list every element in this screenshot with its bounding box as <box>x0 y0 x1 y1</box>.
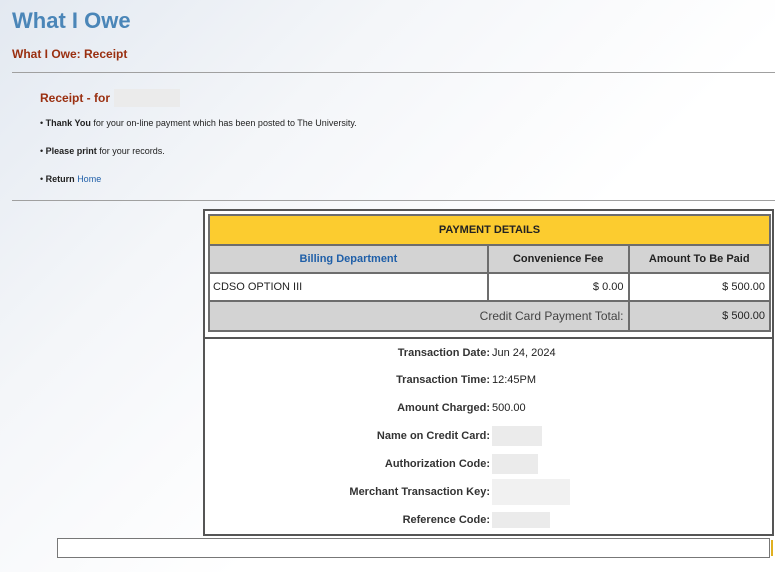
bullet-thank-you: • Thank You for your on-line payment whi… <box>40 118 357 128</box>
name-on-card-row: Name on Credit Card: <box>205 426 775 446</box>
divider <box>12 200 775 201</box>
total-label: Credit Card Payment Total: <box>208 300 630 332</box>
payment-details-title: PAYMENT DETAILS <box>208 214 771 246</box>
bullet-please-print: • Please print for your records. <box>40 146 165 156</box>
bullet-text: for your on-line payment which has been … <box>90 118 357 128</box>
divider <box>12 72 775 73</box>
payment-details-panel: PAYMENT DETAILS Billing Department Conve… <box>203 209 774 536</box>
home-link[interactable]: Home <box>77 174 101 184</box>
redacted-value <box>492 512 550 528</box>
bullet-marker: • <box>40 118 44 128</box>
transaction-date-value: Jun 24, 2024 <box>492 347 556 359</box>
name-on-card-value <box>490 426 542 446</box>
amount-charged-row: Amount Charged: 500.00 <box>205 398 775 418</box>
bullet-bold: Return <box>45 174 75 184</box>
transaction-time-label: Transaction Time: <box>396 374 490 386</box>
transaction-time-value: 12:45PM <box>492 374 537 386</box>
authorization-code-row: Authorization Code: <box>205 454 775 474</box>
total-value: $ 500.00 <box>627 300 771 332</box>
bottom-input-box[interactable] <box>57 538 770 558</box>
reference-code-label: Reference Code: <box>402 514 490 526</box>
column-convenience-fee: Convenience Fee <box>486 244 630 274</box>
merchant-key-row: Merchant Transaction Key: <box>205 479 775 505</box>
redacted-value <box>492 426 542 446</box>
name-on-card-label: Name on Credit Card: <box>376 430 490 442</box>
transaction-date-label: Transaction Date: <box>397 347 490 359</box>
authorization-code-value <box>490 454 538 474</box>
bullet-marker: • <box>40 174 44 184</box>
merchant-key-value <box>490 479 570 505</box>
redacted-value <box>492 479 570 505</box>
column-billing-department: Billing Department <box>208 244 489 274</box>
redacted-value <box>492 454 538 474</box>
receipt-heading-label: Receipt - for <box>40 91 111 105</box>
reference-code-row: Reference Code: <box>205 510 775 530</box>
column-amount-to-be-paid: Amount To Be Paid <box>627 244 771 274</box>
section-divider <box>205 337 772 339</box>
scroll-edge-marker <box>771 540 773 556</box>
transaction-time-row: Transaction Time: 12:45PM <box>205 370 775 390</box>
amount-charged-value: 500.00 <box>492 402 526 414</box>
bullet-return: • Return Home <box>40 174 101 184</box>
reference-code-value <box>490 512 550 528</box>
bullet-bold: Thank You <box>45 118 91 128</box>
row-department: CDSO OPTION III <box>208 272 489 302</box>
bullet-bold: Please print <box>45 146 97 156</box>
total-row: Credit Card Payment Total: $ 500.00 <box>208 300 771 332</box>
page-title: What I Owe <box>12 8 131 33</box>
payment-details-table: PAYMENT DETAILS Billing Department Conve… <box>208 214 771 332</box>
table-row: CDSO OPTION III $ 0.00 $ 500.00 <box>208 272 771 302</box>
authorization-code-label: Authorization Code: <box>384 458 490 470</box>
bullet-text: for your records. <box>96 146 165 156</box>
redacted-name <box>114 89 181 107</box>
page-subtitle: What I Owe: Receipt <box>12 47 128 61</box>
bullet-marker: • <box>40 146 44 156</box>
amount-charged-label: Amount Charged: <box>397 402 490 414</box>
receipt-heading: Receipt - for <box>40 89 181 107</box>
merchant-key-label: Merchant Transaction Key: <box>349 486 490 498</box>
row-amount: $ 500.00 <box>627 272 771 302</box>
transaction-date-row: Transaction Date: Jun 24, 2024 <box>205 343 775 363</box>
row-fee: $ 0.00 <box>486 272 630 302</box>
